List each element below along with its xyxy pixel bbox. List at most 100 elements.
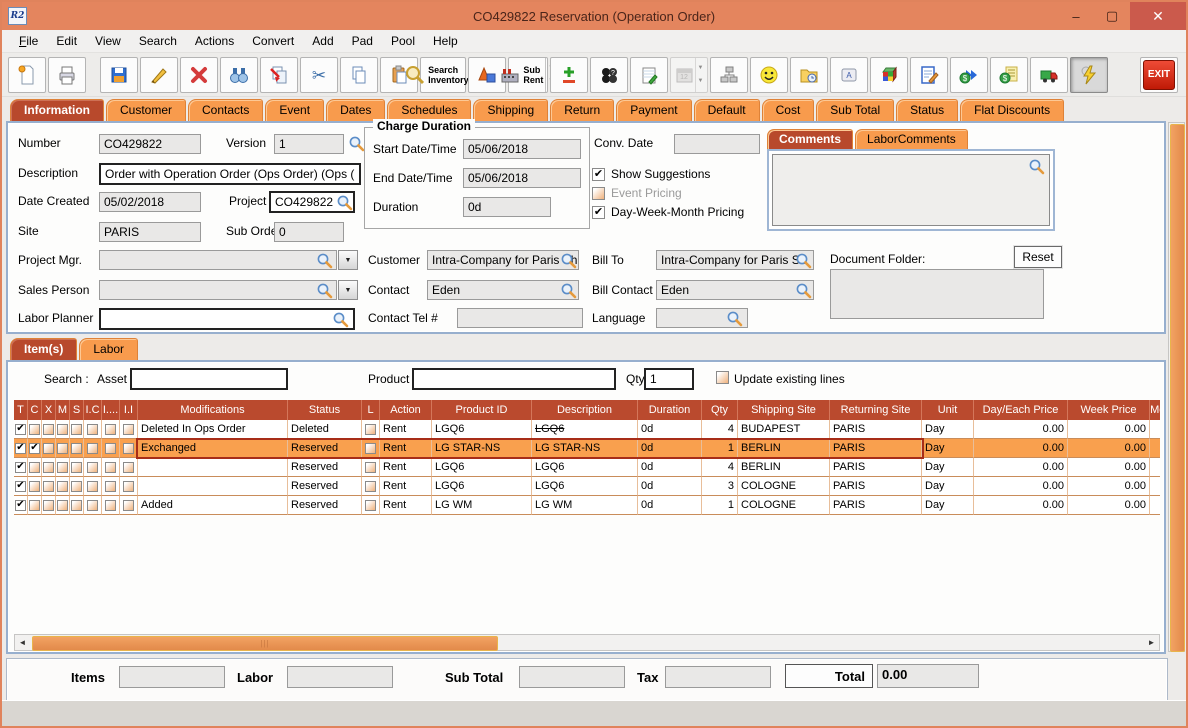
comments-tab-comments[interactable]: Comments xyxy=(767,129,854,149)
labor-planner-field[interactable] xyxy=(99,308,355,330)
bill-contact-search-icon[interactable] xyxy=(795,282,812,299)
menu-item-search[interactable]: Search xyxy=(130,31,186,51)
row-checkbox-i-dots[interactable] xyxy=(105,423,116,435)
cell-description[interactable]: LG WM xyxy=(532,496,638,515)
column-header-i-i[interactable]: I.I xyxy=(120,400,138,420)
cell-month-price[interactable] xyxy=(1150,458,1160,477)
minimize-button[interactable]: – xyxy=(1058,2,1094,30)
row-checkbox-t[interactable]: ✔ xyxy=(15,499,26,511)
cell-returning-site[interactable]: PARIS xyxy=(830,496,922,515)
tab-status[interactable]: Status xyxy=(896,99,959,121)
sub-orders-field[interactable]: 0 xyxy=(274,222,344,242)
tab-cost[interactable]: Cost xyxy=(761,99,815,121)
comments-search-icon[interactable] xyxy=(1028,158,1045,175)
cell-shipping-site[interactable]: BERLIN xyxy=(738,439,830,458)
column-header-month-price[interactable]: Month Price xyxy=(1150,400,1160,420)
row-checkbox-l[interactable] xyxy=(365,442,376,454)
tab-flat-discounts[interactable]: Flat Discounts xyxy=(960,99,1065,121)
cell-week-price[interactable]: 0.00 xyxy=(1068,477,1150,496)
site-field[interactable]: PARIS xyxy=(99,222,201,242)
cell-modifications[interactable] xyxy=(138,477,288,496)
toolbar-cut-button[interactable]: ✂ xyxy=(300,56,338,93)
row-checkbox-i-i[interactable] xyxy=(123,461,134,473)
project-mgr-search-icon[interactable] xyxy=(316,252,333,269)
cell-action[interactable]: Rent xyxy=(380,420,432,439)
toolbar-truck-button[interactable] xyxy=(1030,56,1068,93)
language-search-icon[interactable] xyxy=(726,310,743,327)
row-checkbox-i-i[interactable] xyxy=(123,442,134,454)
column-header-status[interactable]: Status xyxy=(288,400,362,420)
column-header-m[interactable]: M xyxy=(56,400,70,420)
cell-action[interactable]: Rent xyxy=(380,477,432,496)
cell-unit[interactable]: Day xyxy=(922,420,974,439)
close-button[interactable]: ✕ xyxy=(1130,2,1186,30)
horizontal-scroll-thumb[interactable]: ||| xyxy=(32,636,498,651)
cell-shipping-site[interactable]: COLOGNE xyxy=(738,496,830,515)
vertical-scroll-thumb[interactable] xyxy=(1170,124,1185,652)
cell-day-each-price[interactable]: 0.00 xyxy=(974,477,1068,496)
toolbar-print-button[interactable] xyxy=(48,56,86,93)
toolbar-color-cube-button[interactable] xyxy=(870,56,908,93)
document-folder-box[interactable] xyxy=(830,269,1044,319)
row-checkbox-l[interactable] xyxy=(365,499,376,511)
menu-item-actions[interactable]: Actions xyxy=(186,31,243,51)
row-checkbox-s[interactable] xyxy=(71,461,82,473)
row-checkbox-l[interactable] xyxy=(365,461,376,473)
scroll-right-arrow[interactable]: ► xyxy=(1144,635,1159,650)
row-checkbox-i-i[interactable] xyxy=(123,423,134,435)
reset-button[interactable]: Reset xyxy=(1013,245,1063,269)
cell-week-price[interactable]: 0.00 xyxy=(1068,439,1150,458)
items-tab-item-s[interactable]: Item(s) xyxy=(10,338,78,360)
cell-week-price[interactable]: 0.00 xyxy=(1068,496,1150,515)
asset-input[interactable] xyxy=(130,368,288,390)
column-header-returning-site[interactable]: Returning Site xyxy=(830,400,922,420)
row-checkbox-t[interactable]: ✔ xyxy=(15,480,26,492)
scroll-left-arrow[interactable]: ◄ xyxy=(15,635,30,650)
row-checkbox-x[interactable] xyxy=(43,499,54,511)
cell-status[interactable]: Reserved xyxy=(288,477,362,496)
cell-qty[interactable]: 3 xyxy=(702,477,738,496)
cell-week-price[interactable]: 0.00 xyxy=(1068,458,1150,477)
version-field[interactable]: 1 xyxy=(274,134,344,154)
cell-shipping-site[interactable]: BERLIN xyxy=(738,458,830,477)
toolbar-copy-button[interactable] xyxy=(340,56,378,93)
cell-action[interactable]: Rent xyxy=(380,439,432,458)
cell-duration[interactable]: 0d xyxy=(638,439,702,458)
cell-duration[interactable]: 0d xyxy=(638,458,702,477)
row-checkbox-l[interactable] xyxy=(365,480,376,492)
cell-day-each-price[interactable]: 0.00 xyxy=(974,496,1068,515)
row-checkbox-i-c[interactable] xyxy=(87,461,98,473)
cell-qty[interactable]: 1 xyxy=(702,496,738,515)
column-header-product-id[interactable]: Product ID xyxy=(432,400,532,420)
conv-date-field[interactable] xyxy=(674,134,760,154)
column-header-s[interactable]: S xyxy=(70,400,84,420)
column-header-week-price[interactable]: Week Price xyxy=(1068,400,1150,420)
row-checkbox-s[interactable] xyxy=(71,423,82,435)
cell-product-id[interactable]: LGQ6 xyxy=(432,420,532,439)
menu-item-view[interactable]: View xyxy=(86,31,130,51)
toolbar-note-edit-button[interactable] xyxy=(910,56,948,93)
menu-item-pool[interactable]: Pool xyxy=(382,31,424,51)
row-checkbox-i-dots[interactable] xyxy=(105,461,116,473)
row-checkbox-c[interactable] xyxy=(29,461,40,473)
row-checkbox-c[interactable] xyxy=(29,480,40,492)
checkbox-event-pricing[interactable] xyxy=(592,186,605,200)
cell-month-price[interactable] xyxy=(1150,439,1160,458)
project-search-icon[interactable] xyxy=(336,194,353,211)
row-checkbox-x[interactable] xyxy=(43,423,54,435)
cell-week-price[interactable]: 0.00 xyxy=(1068,420,1150,439)
duration-field[interactable]: 0d xyxy=(463,197,551,217)
table-row[interactable]: ✔ Deleted In Ops Order Deleted Rent LGQ6 LGQ6… xyxy=(14,420,1160,439)
cell-returning-site[interactable]: PARIS xyxy=(830,420,922,439)
toolbar-dollar-list-button[interactable]: $ xyxy=(990,56,1028,93)
customer-search-icon[interactable] xyxy=(560,252,577,269)
cell-shipping-site[interactable]: BUDAPEST xyxy=(738,420,830,439)
row-checkbox-s[interactable] xyxy=(71,442,82,454)
cell-returning-site[interactable]: PARIS xyxy=(830,458,922,477)
menu-item-file[interactable]: File xyxy=(10,31,47,51)
cell-modifications[interactable]: Deleted In Ops Order xyxy=(138,420,288,439)
cell-description[interactable]: LGQ6 xyxy=(532,458,638,477)
column-header-l[interactable]: L xyxy=(362,400,380,420)
cell-product-id[interactable]: LGQ6 xyxy=(432,477,532,496)
cell-modifications[interactable] xyxy=(138,458,288,477)
